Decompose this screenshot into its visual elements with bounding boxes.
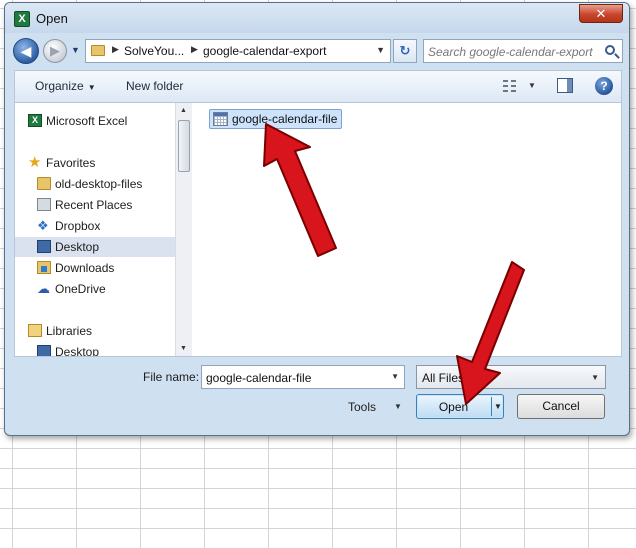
desktop-icon <box>37 240 51 253</box>
navigation-bar: ◀ ▶ ▼ ▶ SolveYou... ▶ google-calendar-ex… <box>5 36 629 66</box>
recent-locations-dropdown[interactable]: ▼ <box>71 45 80 55</box>
breadcrumb-separator-icon: ▶ <box>191 44 198 54</box>
file-name-input[interactable] <box>206 369 386 386</box>
nav-item-old-desktop-files[interactable]: old-desktop-files <box>15 174 175 194</box>
nav-item-label: Desktop <box>55 345 100 356</box>
nav-item-label: Libraries <box>46 324 93 338</box>
nav-item-label: OneDrive <box>55 282 106 296</box>
chevron-down-icon[interactable]: ▼ <box>391 372 399 381</box>
back-button[interactable]: ◀ <box>13 38 39 64</box>
file-type-select[interactable]: All Files ▼ <box>416 365 606 389</box>
file-name-combobox[interactable]: ▼ <box>201 365 405 389</box>
tools-button[interactable]: Tools <box>348 400 376 414</box>
view-options-dropdown[interactable]: ▼ <box>528 81 536 90</box>
forward-button[interactable]: ▶ <box>43 39 67 63</box>
file-item-google-calendar-file[interactable]: google-calendar-file <box>209 109 343 129</box>
file-name-label: File name: <box>143 370 200 384</box>
breadcrumb-item[interactable]: SolveYou... <box>124 44 184 58</box>
search-input[interactable] <box>428 43 598 60</box>
nav-item-label: Dropbox <box>55 219 101 233</box>
dropbox-icon: ❖ <box>37 218 49 233</box>
change-view-icon[interactable] <box>503 79 519 93</box>
new-folder-button[interactable]: New folder <box>126 79 183 93</box>
nav-item-label: Recent Places <box>55 198 133 212</box>
scroll-up-icon[interactable]: ▲ <box>180 107 187 114</box>
search-box[interactable] <box>423 39 623 63</box>
excel-app-icon: X <box>14 11 30 27</box>
libraries-icon <box>28 324 42 337</box>
nav-item-label: Microsoft Excel <box>46 114 128 128</box>
close-button[interactable]: ✕ <box>579 4 623 23</box>
chevron-down-icon[interactable]: ▼ <box>376 45 385 55</box>
chevron-down-icon[interactable]: ▼ <box>394 402 402 411</box>
file-selection-panel: File name: ▼ All Files ▼ Tools ▼ Open ▼ … <box>5 359 629 435</box>
nav-item-onedrive[interactable]: ☁ OneDrive <box>15 279 175 299</box>
folder-icon <box>37 177 51 190</box>
dialog-title: Open <box>36 11 68 26</box>
refresh-button[interactable]: ↻ <box>393 39 417 63</box>
open-button-label: Open <box>438 400 469 414</box>
nav-item-favorites[interactable]: ★ Favorites <box>15 153 175 173</box>
cancel-button[interactable]: Cancel <box>517 394 605 419</box>
open-dialog: X Open ✕ ◀ ▶ ▼ ▶ SolveYou... ▶ google-ca… <box>4 2 630 436</box>
nav-item-libraries[interactable]: Libraries <box>15 321 175 341</box>
open-options-dropdown[interactable]: ▼ <box>494 402 502 411</box>
navigation-pane: X Microsoft Excel ★ Favorites old-deskto… <box>15 103 175 356</box>
scrollbar-thumb[interactable] <box>178 120 190 172</box>
nav-item-dropbox[interactable]: ❖ Dropbox <box>15 216 175 236</box>
nav-item-label: Downloads <box>55 261 115 275</box>
split-divider <box>491 397 492 416</box>
nav-item-label: Desktop <box>55 240 100 254</box>
star-icon: ★ <box>28 154 42 171</box>
scroll-down-icon[interactable]: ▼ <box>180 345 187 352</box>
organize-button[interactable]: Organize ▼ <box>35 79 96 93</box>
nav-item-desktop[interactable]: Desktop <box>15 237 175 257</box>
search-icon[interactable] <box>605 45 615 55</box>
nav-item-downloads[interactable]: Downloads <box>15 258 175 278</box>
title-bar: X Open ✕ <box>5 3 629 33</box>
nav-item-label: old-desktop-files <box>55 177 143 191</box>
file-type-value: All Files <box>422 371 465 385</box>
excel-icon: X <box>28 114 42 127</box>
content-area: X Microsoft Excel ★ Favorites old-deskto… <box>14 102 622 357</box>
nav-item-label: Favorites <box>46 156 96 170</box>
command-bar: Organize ▼ New folder ▼ ? <box>14 70 622 102</box>
desktop-icon <box>37 345 51 356</box>
nav-pane-scrollbar[interactable]: ▲ ▼ <box>175 103 192 356</box>
breadcrumb-item[interactable]: google-calendar-export <box>203 44 326 58</box>
nav-item-microsoft-excel[interactable]: X Microsoft Excel <box>15 111 175 131</box>
preview-pane-icon[interactable] <box>557 78 573 93</box>
nav-item-library-desktop[interactable]: Desktop <box>15 342 175 356</box>
calendar-file-icon <box>213 112 228 126</box>
organize-label: Organize <box>35 79 84 93</box>
nav-item-recent-places[interactable]: Recent Places <box>15 195 175 215</box>
folder-icon <box>91 45 105 56</box>
open-button[interactable]: Open ▼ <box>416 394 504 419</box>
downloads-icon <box>37 261 51 274</box>
address-bar[interactable]: ▶ SolveYou... ▶ google-calendar-export ▼ <box>85 39 391 63</box>
help-icon[interactable]: ? <box>595 77 613 95</box>
breadcrumb-separator-icon: ▶ <box>112 44 119 54</box>
file-list: google-calendar-file <box>193 103 621 356</box>
recent-places-icon <box>37 198 51 211</box>
chevron-down-icon: ▼ <box>87 83 96 92</box>
chevron-down-icon: ▼ <box>591 373 599 382</box>
file-name-label: google-calendar-file <box>232 112 338 126</box>
onedrive-icon: ☁ <box>37 281 50 296</box>
